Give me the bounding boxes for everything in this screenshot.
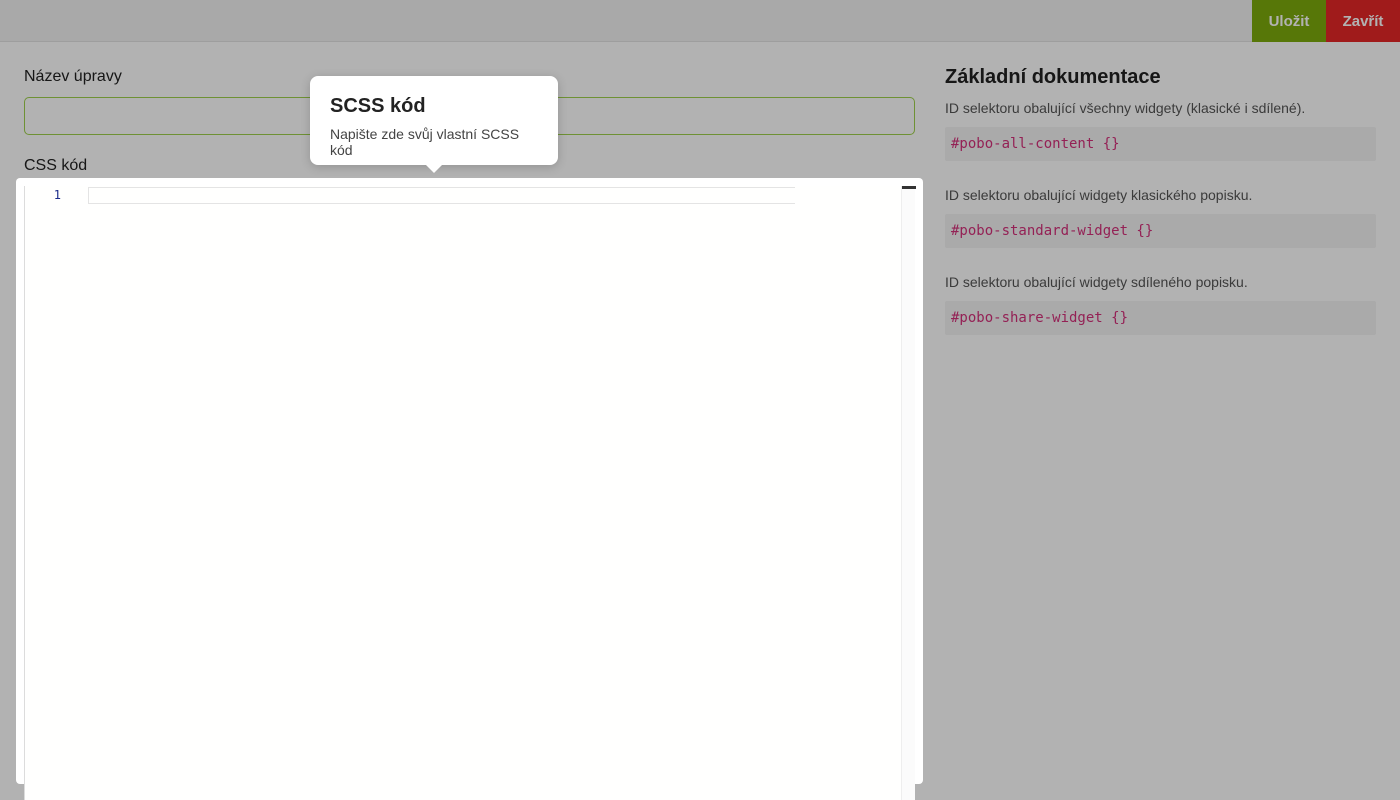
popover-title: SCSS kód <box>330 95 426 117</box>
scss-hint-popover: SCSS kód Napište zde svůj vlastní SCSS k… <box>310 76 558 173</box>
line-number: 1 <box>53 188 61 202</box>
editor-scrollbar[interactable] <box>901 186 916 800</box>
css-code-editor[interactable]: 1 <box>24 186 916 800</box>
editor-gutter: 1 <box>25 186 87 800</box>
editor-active-line[interactable] <box>88 187 795 204</box>
popover-text: Napište zde svůj vlastní SCSS kód <box>330 126 520 158</box>
editor-scrollbar-thumb[interactable] <box>902 186 916 189</box>
